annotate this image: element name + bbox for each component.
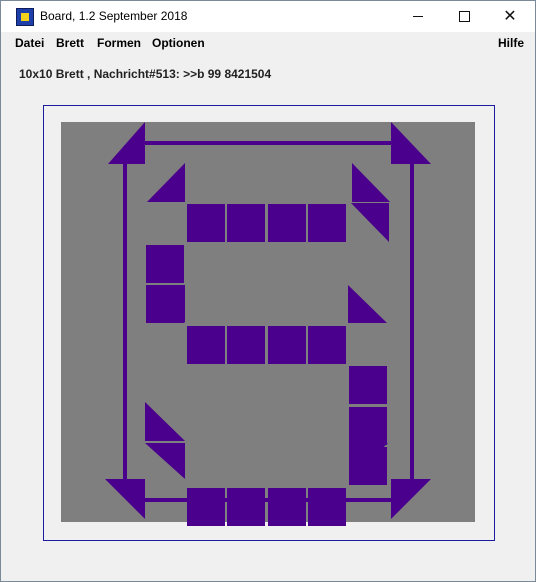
s-tile (308, 204, 346, 242)
s-corner-right-upper (351, 203, 389, 242)
maximize-button[interactable] (441, 1, 487, 32)
s-tile (267, 325, 306, 364)
s-tile (267, 487, 306, 526)
menu-bar: Datei Brett Formen Optionen Hilfe (1, 32, 535, 54)
board-graphics (105, 122, 431, 519)
close-icon: ✕ (503, 7, 517, 25)
s-tile (186, 204, 225, 242)
s-tile (348, 366, 387, 404)
s-corner-top-left (147, 163, 185, 202)
s-tile (227, 325, 265, 364)
s-tile (186, 325, 225, 364)
minimize-icon (413, 16, 423, 17)
s-tile (186, 487, 225, 526)
arrow-head-bottom-left (105, 479, 145, 519)
s-tile (146, 244, 184, 283)
s-corner-middle-right (348, 285, 387, 323)
app-window: Board, 1.2 September 2018 ✕ Datei Brett … (0, 0, 536, 582)
status-message: 10x10 Brett , Nachricht#513: >>b 99 8421… (19, 67, 272, 81)
title-bar[interactable]: Board, 1.2 September 2018 ✕ (1, 1, 535, 32)
window-title: Board, 1.2 September 2018 (40, 9, 188, 23)
board-canvas[interactable] (61, 122, 475, 526)
maximize-icon (458, 11, 470, 22)
s-tile (308, 487, 346, 526)
menu-datei[interactable]: Datei (15, 36, 44, 50)
close-button[interactable]: ✕ (487, 1, 533, 32)
s-tile (348, 447, 387, 485)
s-tile (348, 406, 387, 445)
s-corner-bottom-left (145, 443, 185, 479)
s-tile (146, 285, 184, 323)
menu-formen[interactable]: Formen (97, 36, 141, 50)
arrow-head-top-left (108, 122, 145, 164)
s-tile (308, 325, 346, 364)
app-icon (16, 8, 34, 26)
menu-brett[interactable]: Brett (56, 36, 84, 50)
arrow-head-top-right (391, 122, 431, 164)
menu-hilfe[interactable]: Hilfe (498, 36, 524, 50)
s-tile (227, 204, 265, 242)
arrow-head-bottom-right (391, 479, 431, 519)
s-corner-top-right (352, 163, 390, 202)
menu-optionen[interactable]: Optionen (152, 36, 205, 50)
s-tile (267, 204, 306, 242)
s-tile (227, 487, 265, 526)
minimize-button[interactable] (395, 1, 441, 32)
s-corner-lower-left (145, 402, 185, 441)
